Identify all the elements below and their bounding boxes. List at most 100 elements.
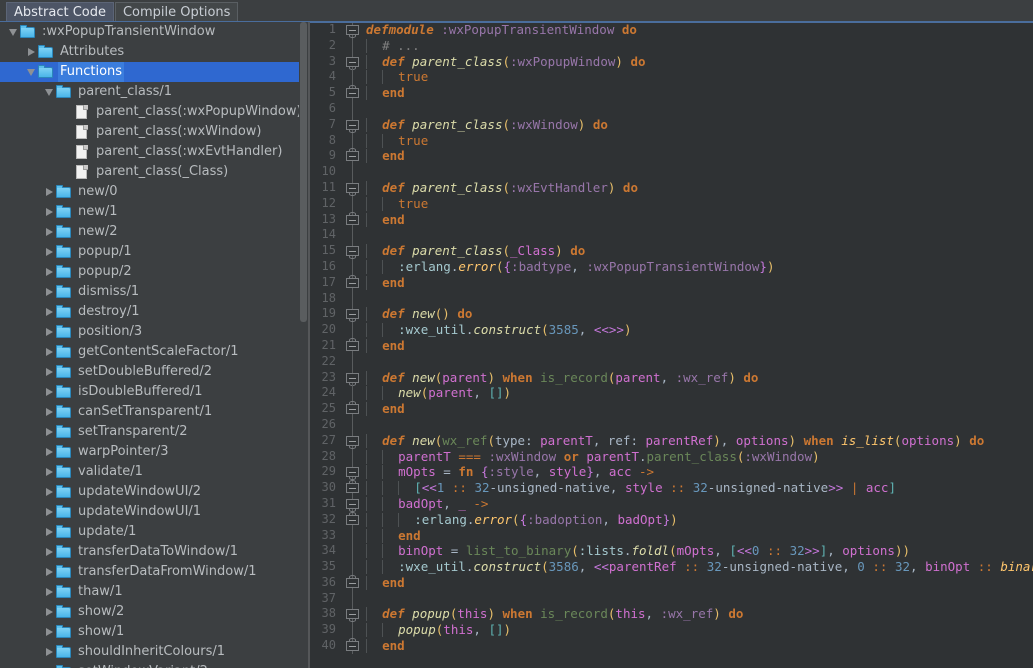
fold-end-marker[interactable] (342, 85, 364, 101)
code-line[interactable]: 30 [<<1 :: 32-unsigned-native, style :: … (310, 480, 1033, 496)
tree-item-parent-class-class[interactable]: parent_class(_Class) (0, 162, 308, 182)
fold-start-marker[interactable] (342, 179, 364, 196)
tree-item-functions[interactable]: Functions (0, 62, 308, 82)
code-line[interactable]: 8 true (310, 132, 1033, 149)
fold-toggle-box[interactable] (346, 483, 359, 494)
fold-start-marker[interactable] (342, 53, 364, 70)
code-line-text[interactable]: true (364, 196, 1033, 212)
tree-item-setwindowvariant-2[interactable]: setWindowVariant/2 (0, 662, 308, 668)
code-line[interactable]: 26 (310, 416, 1033, 433)
chevron-down-icon[interactable] (42, 88, 56, 96)
fold-end-marker[interactable] (342, 211, 364, 228)
code-line-text[interactable] (364, 164, 1033, 180)
code-line[interactable]: 38 def popup(this) when is_record(this, … (310, 606, 1033, 623)
code-line-text[interactable]: mOpts = fn {:style, style}, acc -> (364, 464, 1033, 480)
tab-abstract-code[interactable]: Abstract Code (6, 2, 114, 21)
code-line-text[interactable]: def new(parent) when is_record(parent, :… (364, 370, 1033, 386)
code-line[interactable]: 22 (310, 353, 1033, 370)
chevron-right-icon[interactable] (42, 288, 56, 296)
code-line[interactable]: 11 def parent_class(:wxEvtHandler) do (310, 179, 1033, 196)
code-line[interactable]: 6 (310, 100, 1033, 117)
tree-vertical-scrollbar[interactable] (299, 22, 308, 668)
code-line-text[interactable]: defmodule :wxPopupTransientWindow do (364, 22, 1033, 38)
tree-item-settransparent-2[interactable]: setTransparent/2 (0, 422, 308, 442)
tree-item-destroy-1[interactable]: destroy/1 (0, 302, 308, 322)
tree-item-updatewindowui-2[interactable]: updateWindowUI/2 (0, 482, 308, 502)
fold-toggle-box[interactable] (346, 404, 359, 415)
fold-start-marker[interactable] (342, 116, 364, 133)
code-line[interactable]: 33 end (310, 527, 1033, 544)
code-line-text[interactable]: def popup(this) when is_record(this, :wx… (364, 606, 1033, 622)
fold-toggle-box[interactable] (346, 641, 359, 652)
code-line-text[interactable]: end (364, 401, 1033, 417)
chevron-right-icon[interactable] (42, 508, 56, 516)
chevron-right-icon[interactable] (42, 588, 56, 596)
code-line-text[interactable]: true (364, 133, 1033, 149)
chevron-right-icon[interactable] (42, 248, 56, 256)
fold-end-marker[interactable] (342, 148, 364, 165)
code-line-text[interactable]: def new(wx_ref(type: parentT, ref: paren… (364, 433, 1033, 449)
chevron-right-icon[interactable] (24, 48, 38, 56)
fold-toggle-box[interactable] (346, 151, 359, 162)
code-line[interactable]: 29 mOpts = fn {:style, style}, acc -> (310, 464, 1033, 481)
fold-end-marker[interactable] (342, 274, 364, 291)
code-line[interactable]: 17 end (310, 274, 1033, 291)
fold-start-marker[interactable] (342, 432, 364, 449)
code-line[interactable]: 27 def new(wx_ref(type: parentT, ref: pa… (310, 432, 1033, 449)
chevron-right-icon[interactable] (42, 408, 56, 416)
fold-toggle-box[interactable] (346, 340, 359, 351)
tree-item-transferdatafromwindow-1[interactable]: transferDataFromWindow/1 (0, 562, 308, 582)
chevron-right-icon[interactable] (42, 388, 56, 396)
fold-toggle-box[interactable] (346, 577, 359, 588)
code-line-text[interactable]: def parent_class(_Class) do (364, 243, 1033, 259)
code-line[interactable]: 34 binOpt = list_to_binary(:lists.foldl(… (310, 543, 1033, 560)
tree-item-parent-class-1[interactable]: parent_class/1 (0, 82, 308, 102)
tree-item-update-1[interactable]: update/1 (0, 522, 308, 542)
tree-item-wxpopuptransientwindow[interactable]: :wxPopupTransientWindow (0, 22, 308, 42)
code-line[interactable]: 32 :erlang.error({:badoption, badOpt}) (310, 511, 1033, 528)
code-line-text[interactable] (364, 354, 1033, 370)
tree-item-transferdatatowindow-1[interactable]: transferDataToWindow/1 (0, 542, 308, 562)
code-line-text[interactable]: def parent_class(:wxWindow) do (364, 117, 1033, 133)
chevron-right-icon[interactable] (42, 308, 56, 316)
code-line-text[interactable]: end (364, 85, 1033, 101)
tree-item-getcontentscalefactor-1[interactable]: getContentScaleFactor/1 (0, 342, 308, 362)
code-line[interactable]: 1 defmodule :wxPopupTransientWindow do (310, 22, 1033, 38)
code-line-text[interactable]: def parent_class(:wxPopupWindow) do (364, 54, 1033, 70)
fold-toggle-box[interactable] (346, 88, 359, 99)
chevron-right-icon[interactable] (42, 268, 56, 276)
tree-scrollbar-thumb[interactable] (300, 22, 307, 322)
code-line[interactable]: 21 end (310, 337, 1033, 354)
chevron-right-icon[interactable] (42, 428, 56, 436)
chevron-right-icon[interactable] (42, 468, 56, 476)
code-line-text[interactable]: end (364, 338, 1033, 354)
code-line[interactable]: 23 def new(parent) when is_record(parent… (310, 369, 1033, 386)
tree-item-dismiss-1[interactable]: dismiss/1 (0, 282, 308, 302)
code-line-text[interactable]: :erlang.error({:badtype, :wxPopupTransie… (364, 259, 1033, 275)
code-line-text[interactable]: end (364, 148, 1033, 164)
fold-toggle-box[interactable] (346, 514, 359, 525)
tree-item-warppointer-3[interactable]: warpPointer/3 (0, 442, 308, 462)
code-line-text[interactable] (364, 591, 1033, 607)
code-line-text[interactable]: [<<1 :: 32-unsigned-native, style :: 32-… (364, 480, 1033, 496)
fold-start-marker[interactable] (342, 464, 364, 481)
code-line[interactable]: 37 (310, 590, 1033, 607)
tree-scroll-area[interactable]: :wxPopupTransientWindow Attributes Functio… (0, 22, 308, 668)
code-line-text[interactable]: end (364, 528, 1033, 544)
code-line-text[interactable] (364, 291, 1033, 307)
tree-item-new-0[interactable]: new/0 (0, 182, 308, 202)
code-line[interactable]: 4 true (310, 69, 1033, 86)
code-line-text[interactable]: end (364, 575, 1033, 591)
code-line-text[interactable]: badOpt, _ -> (364, 496, 1033, 512)
fold-start-marker[interactable] (342, 22, 364, 38)
fold-end-marker[interactable] (342, 574, 364, 591)
code-line[interactable]: 35 :wxe_util.construct(3586, <<parentRef… (310, 559, 1033, 575)
tree-item-new-2[interactable]: new/2 (0, 222, 308, 242)
code-line-text[interactable]: end (364, 212, 1033, 228)
code-line[interactable]: 24 new(parent, []) (310, 385, 1033, 402)
fold-end-marker[interactable] (342, 638, 364, 654)
code-line-text[interactable]: def new() do (364, 306, 1033, 322)
code-line-text[interactable]: :wxe_util.construct(3586, <<parentRef ::… (364, 559, 1033, 575)
tree-item-show-2[interactable]: show/2 (0, 602, 308, 622)
chevron-right-icon[interactable] (42, 648, 56, 656)
